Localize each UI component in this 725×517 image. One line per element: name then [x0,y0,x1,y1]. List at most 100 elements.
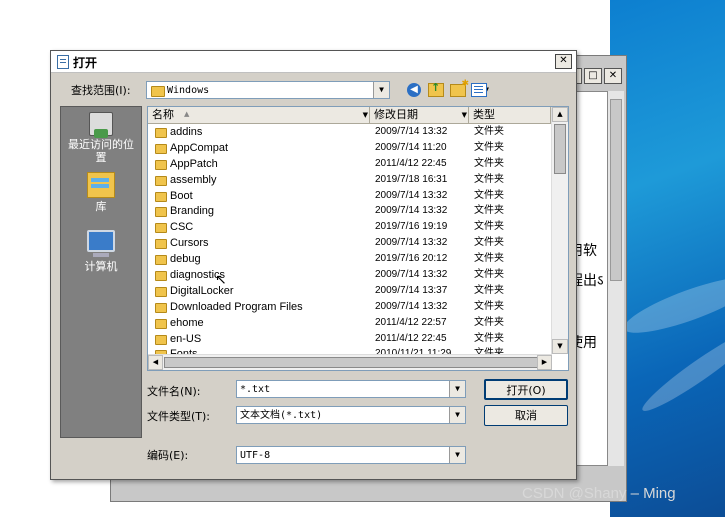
scroll-left-button[interactable]: ◀ [148,355,163,370]
chevron-down-icon[interactable]: ▼ [449,407,465,423]
folder-icon [155,255,167,266]
file-date: 2009/7/14 13:32 [375,205,448,217]
file-rows: addins 2009/7/14 13:32 文件夹 AppCompat 2009/7/… [148,124,551,362]
file-date: 2009/7/14 13:37 [375,284,448,296]
file-name: addins [170,126,203,138]
place-computer[interactable]: 计算机 [61,230,141,273]
file-name: AppPatch [170,157,218,170]
scrollbar-thumb[interactable] [610,99,622,281]
close-button[interactable]: ✕ [604,68,622,84]
recent-places-icon [89,112,113,138]
chevron-down-icon[interactable]: ▼ [449,447,465,463]
file-name: assembly [170,173,217,186]
new-folder-button[interactable] [449,79,469,98]
file-row[interactable]: diagnostics 2009/7/14 13:32 文件夹 [148,267,551,283]
mouse-cursor-icon: ↖ [215,272,227,288]
file-name: Boot [170,189,193,202]
folder-icon [155,207,167,218]
file-row[interactable]: addins 2009/7/14 13:32 文件夹 [148,124,551,140]
view-menu-button[interactable]: ▼ [471,82,489,98]
file-name: CSC [170,221,194,234]
place-library-label: 库 [95,200,107,213]
file-row[interactable]: Boot 2009/7/14 13:32 文件夹 [148,188,551,204]
file-type: 文件夹 [474,300,504,312]
file-date: 2009/7/14 11:20 [375,141,447,153]
file-row[interactable]: DigitalLocker 2009/7/14 13:37 文件夹 [148,283,551,299]
file-type: 文件夹 [474,269,504,281]
chevron-down-icon[interactable]: ▼ [462,107,467,123]
watermark: CSDN @Shany – Ming [522,485,676,502]
chevron-down-icon[interactable]: ▼ [373,82,389,98]
file-date: 2009/7/14 13:32 [375,189,448,201]
scroll-up-button[interactable]: ▲ [552,107,568,122]
column-name-label: 名称 [152,108,174,121]
file-row[interactable]: debug 2019/7/16 20:12 文件夹 [148,251,551,267]
encoding-label: 编码(E): [147,449,189,462]
file-row[interactable]: AppPatch 2011/4/12 22:45 文件夹 [148,156,551,172]
filename-value: *.txt [240,384,271,395]
place-recent-label: 最近访问的位置 [68,138,134,164]
library-icon [87,172,115,198]
folder-icon [155,302,167,313]
file-name: en-US [170,332,202,345]
cancel-button[interactable]: 取消 [484,405,568,426]
file-date: 2009/7/14 13:32 [375,300,448,312]
file-type: 文件夹 [474,157,504,169]
open-file-dialog: 打开 ✕ 查找范围(I): Windows ▼ ◀ ▼ 最近访问的位置 库 计算… [50,50,577,480]
up-folder-button[interactable] [427,81,445,98]
encoding-dropdown[interactable]: UTF-8 ▼ [236,446,466,464]
scrollbar-thumb[interactable] [164,357,542,368]
file-row[interactable]: Branding 2009/7/14 13:32 文件夹 [148,203,551,219]
place-library[interactable]: 库 [61,172,141,213]
file-row[interactable]: en-US 2011/4/12 22:45 文件夹 [148,331,551,347]
maximize-button[interactable]: □ [584,68,602,84]
file-date: 2011/4/12 22:57 [375,316,447,328]
file-date: 2019/7/16 19:19 [375,221,448,233]
file-name: AppCompat [170,141,229,154]
file-row[interactable]: Downloaded Program Files 2009/7/14 13:32 文… [148,299,551,315]
file-list[interactable]: 名称 ▲ ▼ 修改日期 ▼ 类型 addins 2009/7/14 13:32 文件… [147,106,569,371]
file-type: 文件夹 [474,126,504,137]
filename-input[interactable]: *.txt ▼ [236,380,466,398]
file-row[interactable]: assembly 2019/7/18 16:31 文件夹 [148,172,551,188]
view-menu-icon [471,83,487,97]
folder-icon [155,143,167,154]
file-row[interactable]: CSC 2019/7/16 19:19 文件夹 [148,219,551,235]
wallpaper-streak [636,321,725,419]
horizontal-scrollbar[interactable]: ◀ ▶ [148,354,552,370]
folder-icon [151,86,165,97]
open-button[interactable]: 打开(O) [484,379,568,400]
file-type: 文件夹 [474,221,504,233]
file-name: Downloaded Program Files [170,300,303,313]
chevron-down-icon[interactable]: ▼ [363,107,368,123]
place-recent[interactable]: 最近访问的位置 [61,112,141,164]
file-type: 文件夹 [474,237,504,249]
chevron-down-icon[interactable]: ▼ [449,381,465,397]
file-row[interactable]: AppCompat 2009/7/14 11:20 文件夹 [148,140,551,156]
scrollbar-thumb[interactable] [554,124,566,174]
file-date: 2009/7/14 13:32 [375,269,448,281]
filetype-label: 文件类型(T): [147,410,211,423]
folder-icon [155,175,167,186]
file-row[interactable]: ehome 2011/4/12 22:57 文件夹 [148,315,551,331]
file-type: 文件夹 [474,316,504,328]
places-bar: 最近访问的位置 库 计算机 [60,106,142,438]
back-button[interactable]: ◀ [405,82,423,98]
column-header-date[interactable]: 修改日期 ▼ [370,107,469,123]
file-type: 文件夹 [474,332,504,344]
file-type: 文件夹 [474,141,504,153]
dialog-titlebar[interactable]: 打开 ✕ [51,51,576,73]
scroll-right-button[interactable]: ▶ [537,355,552,370]
dialog-title: 打开 [73,56,98,70]
vertical-scrollbar[interactable]: ▲ ▼ [551,107,568,354]
column-header-type[interactable]: 类型 [469,107,551,123]
filetype-dropdown[interactable]: 文本文档(*.txt) ▼ [236,406,466,424]
close-button[interactable]: ✕ [555,54,572,69]
lookin-dropdown[interactable]: Windows ▼ [146,81,390,99]
document-icon [57,55,69,69]
file-row[interactable]: Cursors 2009/7/14 13:32 文件夹 [148,235,551,251]
file-type: 文件夹 [474,173,504,185]
background-scrollbar[interactable] [608,91,624,466]
column-header-name[interactable]: 名称 ▲ ▼ [148,107,370,123]
scroll-down-button[interactable]: ▼ [552,339,568,354]
